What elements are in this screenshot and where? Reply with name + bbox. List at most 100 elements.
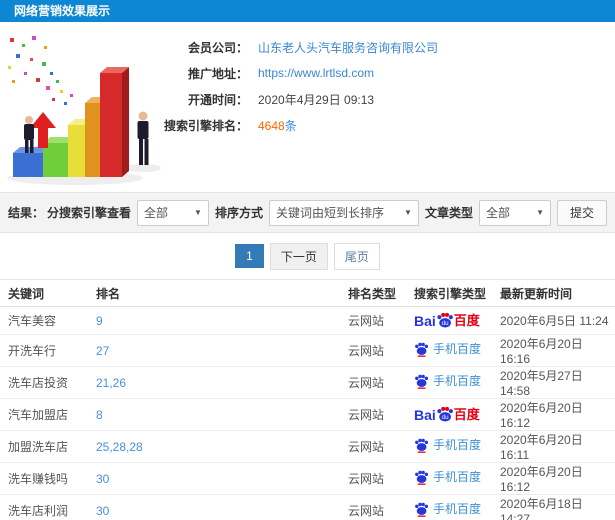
results-filter-bar: 结果： 分搜索引擎查看 全部 ▼ 排序方式 关键词由短到长排序 ▼ 文章类型 全… <box>0 192 615 233</box>
rank-type-cell: 云网站 <box>340 306 406 335</box>
updated-cell: 2020年6月20日 16:16 <box>492 334 615 367</box>
engine-rank-count-value: 4648条 <box>258 117 297 134</box>
rank-type-cell: 云网站 <box>340 430 406 463</box>
rank-type-cell: 云网站 <box>340 398 406 431</box>
info-row-open-time: 开通时间： 2020年4月29日 09:13 <box>158 86 438 112</box>
engine-cell: Bai du 百度 <box>406 398 492 431</box>
engine-cell: 手机百度 <box>406 430 492 463</box>
baidu-paw-icon <box>415 470 429 485</box>
engine-view-label: 分搜索引擎查看 <box>46 206 131 220</box>
updated-cell: 2020年6月20日 16:11 <box>492 430 615 463</box>
column-header-1: 排名 <box>88 279 340 307</box>
rank-type-cell: 云网站 <box>340 366 406 399</box>
engine-view-select[interactable]: 全部 ▼ <box>136 199 209 226</box>
baidu-paw-icon <box>415 374 429 389</box>
mobile-baidu-logo: 手机百度 <box>414 470 481 485</box>
results-label: 结果： <box>8 206 45 220</box>
businessman-right-figure <box>137 111 149 165</box>
mobile-baidu-logo: 手机百度 <box>414 374 481 389</box>
keyword-cell: 洗车店利润 <box>0 494 88 520</box>
baidu-latin-text: Bai <box>414 312 436 329</box>
baidu-logo: Bai du 百度 <box>414 312 480 330</box>
page-title: 网络营销效果展示 <box>0 0 615 22</box>
rank-cell[interactable]: 25,28,28 <box>88 430 340 463</box>
baidu-logo: Bai du 百度 <box>414 406 480 424</box>
sort-value: 关键词由短到长排序 <box>275 206 384 220</box>
engine-cell: Bai du 百度 <box>406 306 492 335</box>
mobile-baidu-text: 手机百度 <box>433 470 482 484</box>
info-section: 会员公司： 山东老人头汽车服务咨询有限公司 推广地址： https://www.lrt… <box>0 22 615 192</box>
mobile-baidu-text: 手机百度 <box>433 374 482 388</box>
engine-rank-count-unit: 条 <box>284 118 297 133</box>
svg-text:du: du <box>441 413 448 420</box>
page-current-button[interactable]: 1 <box>235 244 264 268</box>
mobile-baidu-text: 手机百度 <box>433 502 482 516</box>
info-row-member-company: 会员公司： 山东老人头汽车服务咨询有限公司 <box>158 34 438 60</box>
chevron-down-icon: ▼ <box>536 208 544 217</box>
page-last-button[interactable]: 尾页 <box>333 242 380 270</box>
ranking-table: 关键词 排名 排名类型 搜索引擎类型 最新更新时间 汽车美容 9 云网站 Bai du 百度 202… <box>0 279 615 520</box>
member-info-fields: 会员公司： 山东老人头汽车服务咨询有限公司 推广地址： https://www.lrt… <box>158 34 438 138</box>
column-header-0: 关键词 <box>0 279 88 307</box>
3d-bar-chart-graphic <box>7 36 161 185</box>
rank-cell[interactable]: 30 <box>88 494 340 520</box>
keyword-cell: 洗车店投资 <box>0 366 88 399</box>
table-header-row: 关键词 排名 排名类型 搜索引擎类型 最新更新时间 <box>0 279 615 307</box>
column-header-4: 最新更新时间 <box>492 279 615 307</box>
submit-button[interactable]: 提交 <box>556 199 607 226</box>
promotion-url-label: 推广地址： <box>187 66 248 81</box>
open-time-label: 开通时间： <box>187 92 248 107</box>
engine-cell: 手机百度 <box>406 462 492 495</box>
updated-cell: 2020年6月20日 16:12 <box>492 462 615 495</box>
member-company-value[interactable]: 山东老人头汽车服务咨询有限公司 <box>258 39 438 56</box>
info-row-engine-rank-count: 搜索引擎排名： 4648条 <box>158 112 438 138</box>
confetti-dots <box>8 36 73 105</box>
article-type-label: 文章类型 <box>424 206 473 220</box>
mobile-baidu-text: 手机百度 <box>433 342 482 356</box>
table-row: 洗车店利润 30 云网站 手机百度 2020年6月18日 14:27 <box>0 494 615 520</box>
keyword-cell: 汽车美容 <box>0 306 88 335</box>
baidu-paw-icon <box>415 438 429 453</box>
rank-cell[interactable]: 9 <box>88 306 340 335</box>
filter-group: 分搜索引擎查看 全部 ▼ 排序方式 关键词由短到长排序 ▼ 文章类型 全部 ▼ … <box>46 199 607 226</box>
mobile-baidu-logo: 手机百度 <box>414 502 481 517</box>
info-row-promotion-url: 推广地址： https://www.lrtlsd.com <box>158 60 438 86</box>
baidu-paw-icon <box>415 342 429 357</box>
member-company-label: 会员公司： <box>187 40 248 55</box>
mobile-baidu-logo: 手机百度 <box>414 438 481 453</box>
open-time-value: 2020年4月29日 09:13 <box>258 92 375 107</box>
rank-cell[interactable]: 21,26 <box>88 366 340 399</box>
article-type-value: 全部 <box>485 206 510 220</box>
promotion-url-value[interactable]: https://www.lrtlsd.com <box>258 66 374 80</box>
rank-type-cell: 云网站 <box>340 334 406 367</box>
engine-cell: 手机百度 <box>406 334 492 367</box>
table-row: 汽车美容 9 云网站 Bai du 百度 2020年6月5日 11:24 <box>0 306 615 335</box>
rank-cell[interactable]: 30 <box>88 462 340 495</box>
rank-type-cell: 云网站 <box>340 462 406 495</box>
baidu-paw-icon: du <box>437 406 453 422</box>
chevron-down-icon: ▼ <box>194 208 202 217</box>
engine-rank-count-label: 搜索引擎排名： <box>163 118 248 133</box>
keyword-cell: 开洗车行 <box>0 334 88 367</box>
rank-cell[interactable]: 8 <box>88 398 340 431</box>
mobile-baidu-logo: 手机百度 <box>414 342 481 357</box>
engine-view-value: 全部 <box>143 206 168 220</box>
updated-cell: 2020年6月20日 16:12 <box>492 398 615 431</box>
rank-cell[interactable]: 27 <box>88 334 340 367</box>
updated-cell: 2020年5月27日 14:58 <box>492 366 615 399</box>
baidu-cn-text: 百度 <box>453 313 480 328</box>
keyword-cell: 加盟洗车店 <box>0 430 88 463</box>
baidu-paw-icon: du <box>437 312 453 328</box>
column-header-2: 排名类型 <box>340 279 406 307</box>
page-next-button[interactable]: 下一页 <box>269 242 328 270</box>
svg-text:du: du <box>441 319 448 326</box>
article-type-select[interactable]: 全部 ▼ <box>478 199 551 226</box>
rank-type-cell: 云网站 <box>340 494 406 520</box>
chevron-down-icon: ▼ <box>404 208 412 217</box>
updated-cell: 2020年6月5日 11:24 <box>492 306 615 335</box>
sort-select[interactable]: 关键词由短到长排序 ▼ <box>268 199 419 226</box>
engine-rank-count-number: 4648 <box>258 118 285 133</box>
table-row: 洗车店投资 21,26 云网站 手机百度 2020年5月27日 14:58 <box>0 366 615 399</box>
sort-label: 排序方式 <box>214 206 263 220</box>
table-row: 开洗车行 27 云网站 手机百度 2020年6月20日 16:16 <box>0 334 615 367</box>
